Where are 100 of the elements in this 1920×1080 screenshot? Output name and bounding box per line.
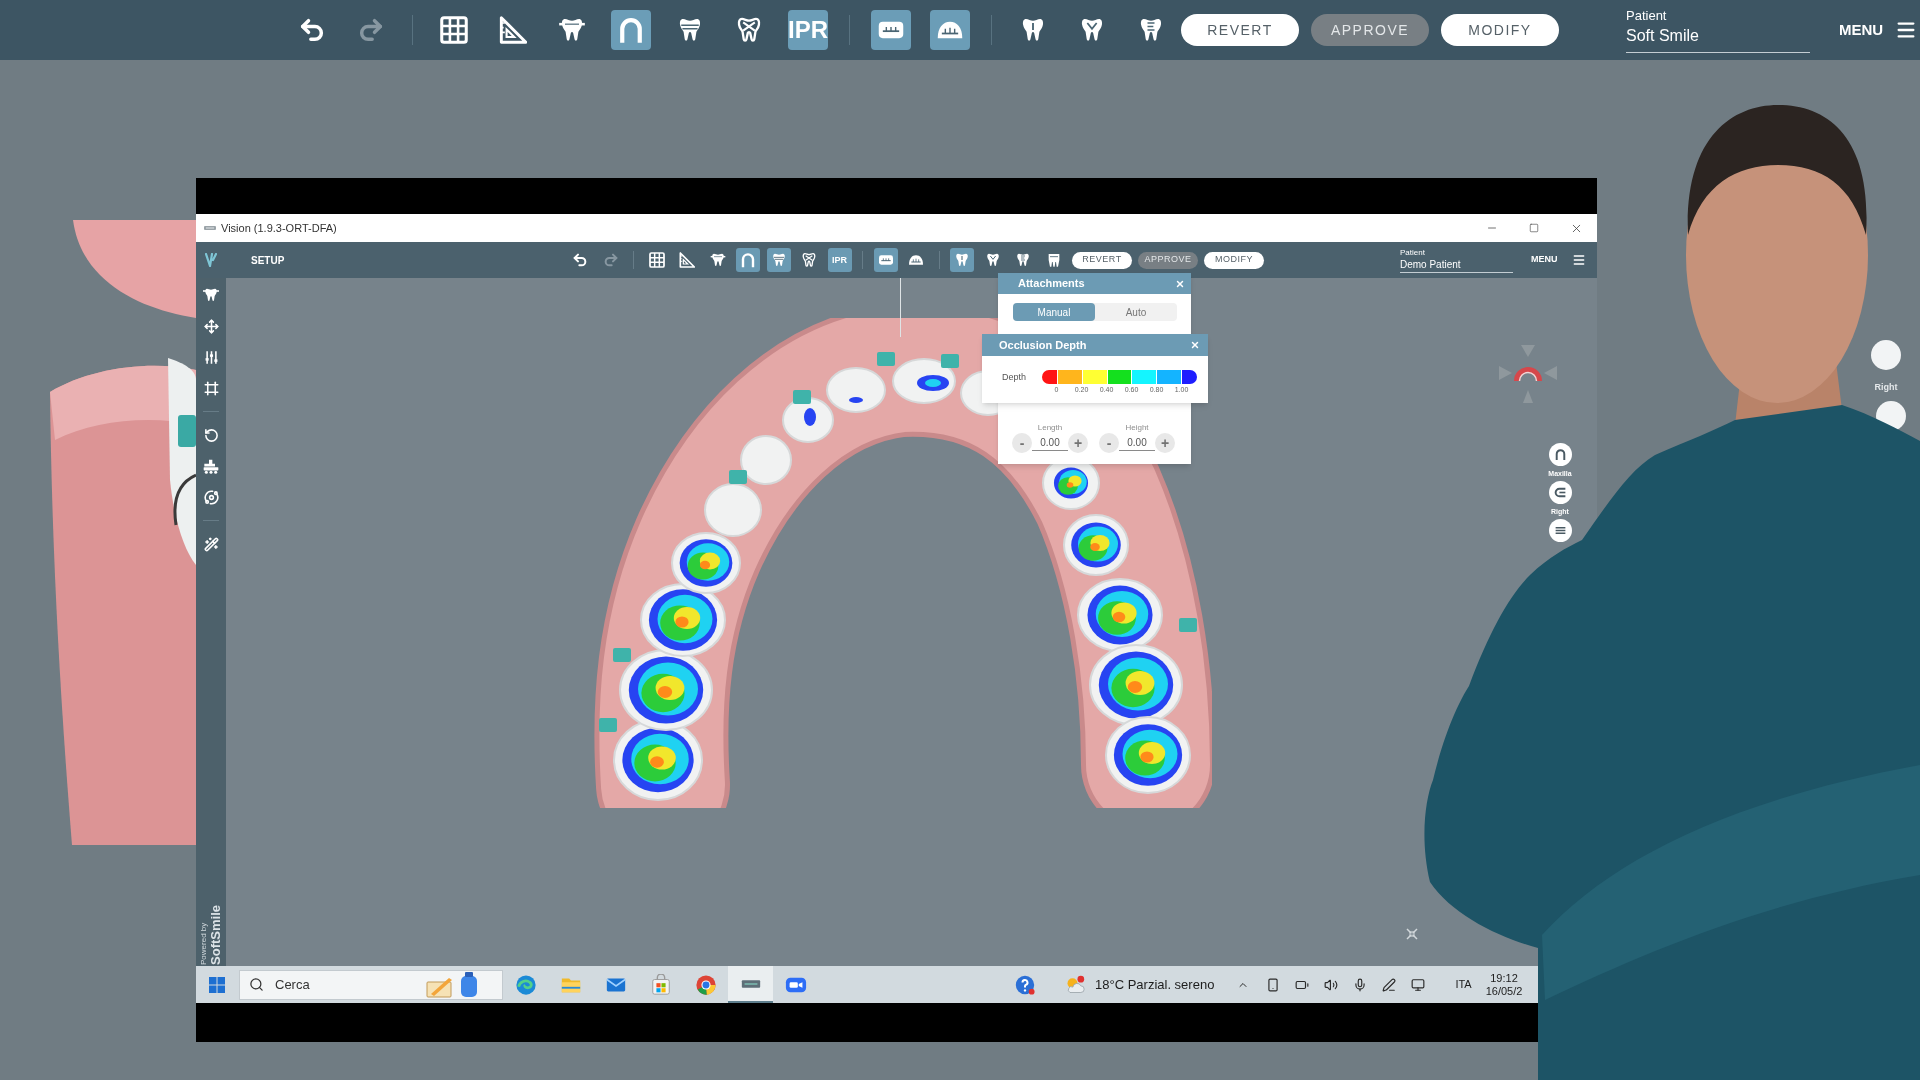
view-label: Right: [1874, 382, 1898, 392]
attachment-marker: [729, 470, 747, 484]
attachment-marker: [1179, 618, 1197, 632]
panel-title: Attachments: [1018, 276, 1085, 292]
side-view-icon: [1553, 486, 1567, 499]
dental-tray-icon: [908, 252, 924, 268]
close-icon: [1190, 340, 1200, 350]
tooth: [782, 397, 834, 443]
tooth-button[interactable]: [950, 248, 974, 272]
front-view-icon: [1553, 524, 1567, 537]
search-input[interactable]: Cerca: [275, 974, 425, 995]
patient-label: Patient: [1626, 7, 1668, 24]
shrink-arrows-icon: [1406, 928, 1418, 940]
value-field[interactable]: 0.00: [1119, 435, 1155, 451]
search-field[interactable]: Cerca: [239, 969, 503, 1000]
decrement-button[interactable]: -: [1012, 433, 1032, 453]
tooth: [826, 367, 886, 413]
browser-icon: [694, 973, 717, 996]
sidebar-tool-button[interactable]: [202, 536, 220, 552]
grid-icon: [440, 16, 468, 44]
pen-icon: [1382, 977, 1397, 992]
ipr-button[interactable]: IPR: [788, 10, 828, 50]
tooth-icon: [1015, 252, 1031, 268]
window-title: Vision (1.9.3-ORT-DFA): [221, 220, 337, 236]
action-button[interactable]: REVERT: [1072, 251, 1132, 269]
view-button[interactable]: [1548, 519, 1572, 542]
tooth-icon: [801, 252, 817, 268]
language-indicator: ITA: [1455, 977, 1472, 993]
arch-icon: [617, 16, 645, 44]
microphone-icon: [1353, 977, 1368, 992]
orientation-gizmo-icon: [1497, 343, 1559, 405]
sidebar-tool-button[interactable]: [202, 427, 220, 443]
tooth-button[interactable]: [766, 248, 791, 272]
redo-icon: [357, 16, 385, 44]
menu-button[interactable]: MENU: [1839, 18, 1918, 42]
sidebar-tool-button[interactable]: [202, 287, 220, 303]
dental-tray-button[interactable]: [873, 248, 898, 272]
dental-tray-button[interactable]: [871, 10, 911, 50]
dental-tray-button[interactable]: [930, 10, 970, 50]
close-icon: [1175, 278, 1185, 289]
action-button[interactable]: REVERT: [1181, 14, 1299, 46]
view-button[interactable]: [1871, 340, 1901, 370]
maximize-icon: [1529, 223, 1539, 233]
sliders-icon: [203, 349, 219, 365]
ipr-button[interactable]: IPR: [827, 248, 852, 272]
arch-button[interactable]: [611, 10, 651, 50]
grid-icon: [648, 252, 665, 268]
arch-button[interactable]: [736, 248, 760, 272]
store-bag-icon: [649, 973, 672, 996]
app-icon: [204, 225, 216, 231]
decrement-button[interactable]: -: [1099, 433, 1119, 453]
action-button[interactable]: MODIFY: [1204, 251, 1264, 269]
dental-tray-icon: [877, 252, 894, 268]
browser-icon: [514, 973, 537, 996]
close-button[interactable]: [1175, 278, 1185, 289]
redo-icon: [602, 252, 619, 268]
phone-icon: [1266, 977, 1281, 992]
patient-name: Demo Patient: [1400, 257, 1513, 273]
sidebar-tool-button[interactable]: [202, 380, 220, 396]
close-button[interactable]: [1190, 340, 1200, 350]
increment-button[interactable]: +: [1068, 433, 1088, 453]
tooth-icon: [709, 252, 726, 268]
sidebar-tool-button[interactable]: [202, 318, 220, 334]
menu-button[interactable]: MENU: [1531, 253, 1586, 267]
frame-icon: [203, 380, 219, 396]
tooth-icon: [984, 252, 1001, 268]
attachment-marker: [877, 352, 895, 366]
patient-label: Patient: [1400, 247, 1426, 258]
start-button[interactable]: [208, 975, 226, 994]
weather-text: 18°C Parzial. sereno: [1095, 975, 1215, 994]
field-label: Height: [1125, 423, 1149, 433]
attachment-marker: [793, 390, 811, 404]
depth-label: Depth: [1002, 371, 1028, 384]
patient-name: Soft Smile: [1626, 23, 1810, 53]
clock-date: 16/05/2: [1485, 984, 1523, 998]
increment-button[interactable]: +: [1155, 433, 1175, 453]
logo-icon: [205, 253, 217, 267]
tooth: [704, 483, 762, 537]
clock-time: 19:12: [1490, 971, 1518, 985]
panel-title: Occlusion Depth: [999, 337, 1087, 353]
arch-icon: [1553, 448, 1567, 461]
rotate-arrow-icon: [203, 427, 219, 443]
action-button[interactable]: MODIFY: [1441, 14, 1559, 46]
weather-icon: [1065, 974, 1085, 995]
tooth-icon: [954, 252, 970, 268]
arch-icon: [740, 252, 756, 268]
mode-tab[interactable]: Auto: [1095, 303, 1177, 321]
display-icon: [1411, 977, 1426, 992]
menu-icon: [1571, 253, 1586, 267]
view-button[interactable]: [1548, 481, 1572, 504]
taskbar-app-button[interactable]: [728, 966, 773, 1003]
tooth: [1063, 514, 1129, 576]
attachment-marker: [941, 354, 959, 368]
value-field[interactable]: 0.00: [1032, 435, 1068, 451]
tooth-icon: [770, 252, 787, 268]
mode-tab[interactable]: Manual: [1013, 303, 1095, 321]
attachment-marker: [613, 648, 631, 662]
sidebar-tool-button[interactable]: [202, 489, 220, 505]
view-button[interactable]: [1548, 443, 1572, 466]
sidebar-tool-button[interactable]: [202, 458, 220, 474]
